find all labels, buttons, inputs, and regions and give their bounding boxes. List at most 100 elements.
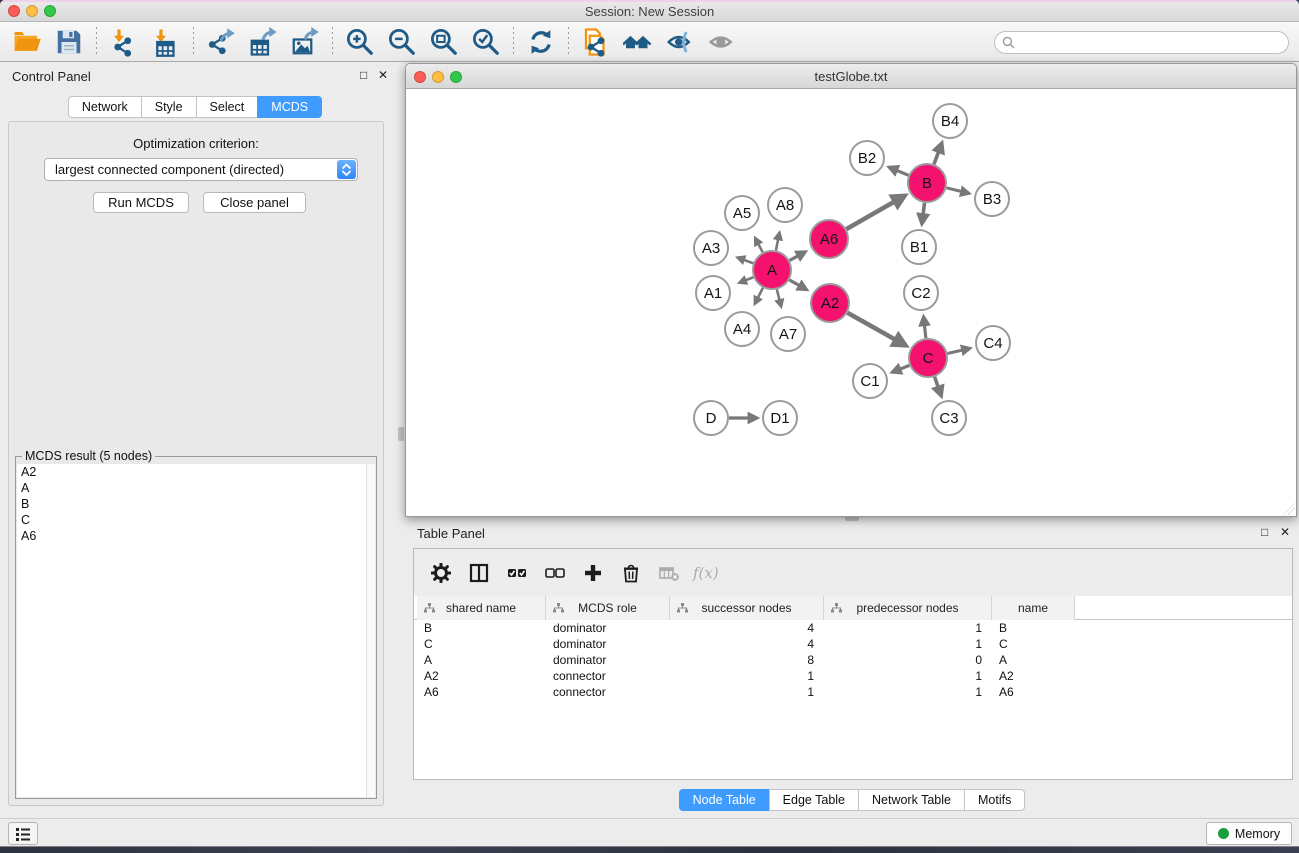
table-cell: dominator (546, 652, 670, 668)
criterion-dropdown[interactable]: largest connected component (directed) (44, 158, 358, 181)
zoom-selected-icon[interactable] (469, 25, 503, 59)
zoom-in-icon[interactable] (343, 25, 377, 59)
mcds-result-list[interactable]: A2ABCA6 (17, 464, 369, 797)
table-panel-header: Table Panel □ ✕ (405, 520, 1299, 546)
table-row[interactable]: A2connector11A2 (414, 668, 1292, 684)
delete-table-icon (654, 558, 684, 588)
list-item[interactable]: B (17, 496, 369, 512)
search-field[interactable] (994, 31, 1289, 54)
hide-details-icon[interactable] (663, 25, 697, 59)
graph-edge-A-A7[interactable] (777, 289, 781, 306)
mcds-result-title: MCDS result (5 nodes) (22, 449, 155, 463)
window-titlebar[interactable]: Session: New Session (0, 0, 1299, 22)
table-cell: C (417, 636, 546, 652)
close-panel-button[interactable]: Close panel (203, 192, 306, 213)
column-header-MCDS-role[interactable]: MCDS role (546, 596, 670, 620)
graph-node-label-C: C (923, 350, 934, 367)
deselect-all-icon[interactable] (540, 558, 570, 588)
tab-edge-table[interactable]: Edge Table (769, 789, 858, 811)
import-table-icon[interactable] (149, 25, 183, 59)
show-view-icon[interactable] (705, 25, 739, 59)
export-image-icon[interactable] (288, 25, 322, 59)
graph-edge-A2-C[interactable] (847, 313, 905, 346)
select-all-icon[interactable] (502, 558, 532, 588)
columns-icon[interactable] (464, 558, 494, 588)
column-header-predecessor-nodes[interactable]: predecessor nodes (824, 596, 992, 620)
graph-edge-C-C2[interactable] (924, 317, 926, 338)
shared-column-icon (424, 603, 435, 613)
home-icon[interactable] (621, 25, 655, 59)
table-row[interactable]: A6connector11A6 (414, 684, 1292, 700)
add-column-icon[interactable] (578, 558, 608, 588)
graph-node-label-A3: A3 (702, 240, 720, 257)
float-panel-icon[interactable]: □ (360, 68, 367, 82)
mcds-list-scrollbar[interactable] (366, 464, 375, 797)
graph-edge-A-A1[interactable] (739, 277, 753, 283)
table-float-panel-icon[interactable]: □ (1261, 525, 1268, 539)
export-table-icon[interactable] (246, 25, 280, 59)
table-row[interactable]: Adominator80A (414, 652, 1292, 668)
refresh-icon[interactable] (524, 25, 558, 59)
table-panel-tabs: Node TableEdge TableNetwork TableMotifs (405, 789, 1299, 811)
list-item[interactable]: A6 (17, 528, 369, 544)
table-cell: connector (546, 684, 670, 700)
column-header-name[interactable]: name (992, 596, 1075, 620)
graph-edge-A-A4[interactable] (755, 288, 763, 304)
graph-node-label-A2: A2 (821, 295, 839, 312)
column-header-successor-nodes[interactable]: successor nodes (670, 596, 824, 620)
memory-button[interactable]: Memory (1206, 822, 1292, 845)
network-canvas[interactable]: AA2A6BCA1A3A4A5A7A8B1B2B3B4C1C2C3C4DD1 (406, 89, 1296, 516)
graph-edge-A-A5[interactable] (755, 238, 763, 252)
close-panel-icon[interactable]: ✕ (378, 68, 388, 82)
network-resize-handle[interactable] (1283, 503, 1295, 515)
table-cell: A6 (417, 684, 546, 700)
network-graph[interactable]: AA2A6BCA1A3A4A5A7A8B1B2B3B4C1C2C3C4DD1 (406, 89, 1296, 516)
tab-mcds[interactable]: MCDS (257, 96, 322, 118)
graph-edge-A-A3[interactable] (737, 258, 753, 264)
table-row[interactable]: Bdominator41B (414, 620, 1292, 636)
table-settings-icon[interactable] (426, 558, 456, 588)
svg-text:f(x): f(x) (692, 564, 719, 582)
tab-node-table[interactable]: Node Table (679, 789, 769, 811)
graph-edge-C-C1[interactable] (892, 365, 909, 372)
zoom-fit-icon[interactable] (427, 25, 461, 59)
network-window-titlebar[interactable]: testGlobe.txt (406, 64, 1296, 89)
graph-edge-B-B1[interactable] (922, 203, 925, 224)
task-history-button[interactable] (8, 822, 38, 845)
save-session-icon[interactable] (52, 25, 86, 59)
export-network-icon[interactable] (204, 25, 238, 59)
list-item[interactable]: C (17, 512, 369, 528)
graph-edge-B-B2[interactable] (889, 167, 909, 175)
function-builder-icon: f(x) (692, 558, 722, 588)
graph-edge-A-A8[interactable] (776, 233, 780, 251)
zoom-out-icon[interactable] (385, 25, 419, 59)
graph-edge-B-B3[interactable] (946, 188, 969, 194)
run-mcds-button[interactable]: Run MCDS (93, 192, 189, 213)
open-file-icon[interactable] (10, 25, 44, 59)
tab-network-table[interactable]: Network Table (858, 789, 964, 811)
tab-network[interactable]: Network (68, 96, 141, 118)
tab-style[interactable]: Style (141, 96, 196, 118)
table-cell: 1 (824, 636, 992, 652)
toolbar-separator (193, 27, 194, 57)
graph-edge-C-C3[interactable] (935, 377, 942, 396)
table-row[interactable]: Cdominator41C (414, 636, 1292, 652)
table-close-panel-icon[interactable]: ✕ (1280, 525, 1290, 539)
tab-select[interactable]: Select (196, 96, 258, 118)
delete-column-icon[interactable] (616, 558, 646, 588)
tab-motifs[interactable]: Motifs (964, 789, 1025, 811)
table-cell: 1 (824, 684, 992, 700)
vertical-splitter-handle[interactable] (398, 427, 404, 441)
list-item[interactable]: A (17, 480, 369, 496)
graph-edge-B-B4[interactable] (934, 143, 942, 164)
clone-network-icon[interactable] (579, 25, 613, 59)
graph-edge-A-A2[interactable] (789, 280, 806, 290)
list-item[interactable]: A2 (17, 464, 369, 480)
import-network-icon[interactable] (107, 25, 141, 59)
graph-edge-A-A6[interactable] (790, 252, 806, 261)
search-input[interactable] (1021, 33, 1276, 52)
table-cell: B (417, 620, 546, 636)
graph-edge-A6-B[interactable] (846, 196, 904, 229)
graph-edge-C-C4[interactable] (947, 348, 970, 353)
column-header-shared-name[interactable]: shared name (417, 596, 546, 620)
